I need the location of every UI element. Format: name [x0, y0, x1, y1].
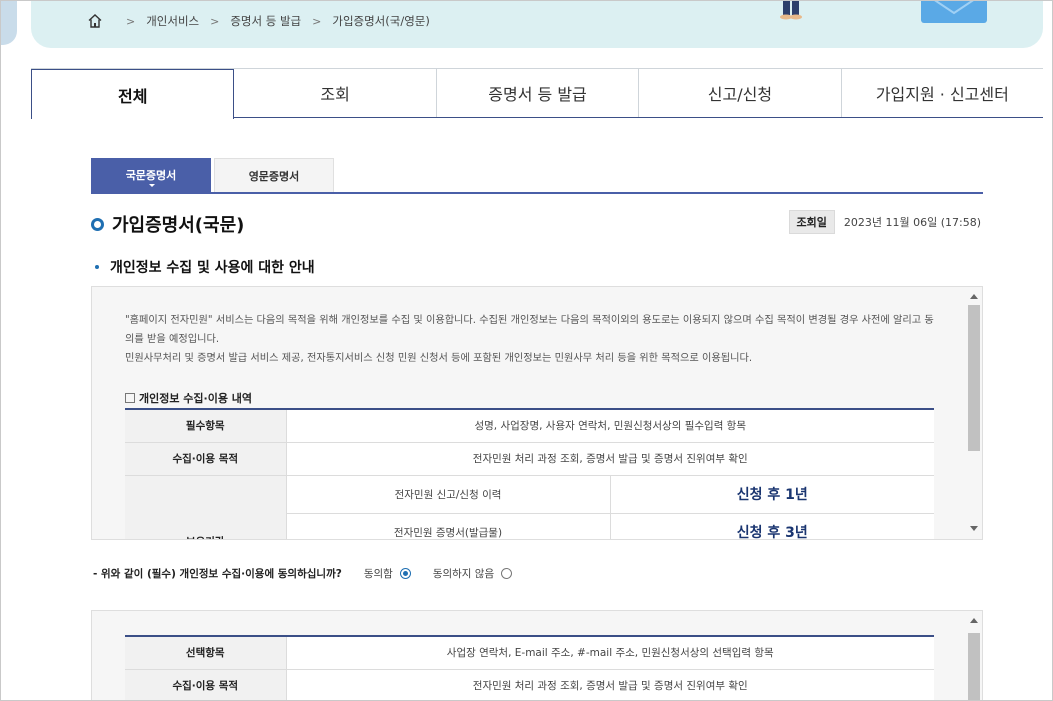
page-title: 가입증명서(국문)	[112, 215, 245, 236]
bullet-dot-icon	[95, 265, 99, 269]
main-tab-bar: 전체 조회 증명서 등 발급 신고/신청 가입지원 · 신고센터	[31, 68, 1044, 119]
page-frame: > 개인서비스 > 증명서 등 발급 > 가입증명서(국/영문) 전체 조회 증…	[0, 0, 1053, 701]
tab-all[interactable]: 전체	[31, 69, 235, 119]
table-header-cell: 수집·이용 목적	[125, 442, 287, 476]
retention-term-cell: 신청 후 3년	[610, 513, 934, 539]
scroll-thumb[interactable]	[968, 633, 980, 700]
breadcrumb: > 개인서비스 > 증명서 등 발급 > 가입증명서(국/영문)	[87, 11, 430, 31]
tab-english-certificate[interactable]: 영문증명서	[214, 158, 334, 192]
consent-row: - 위와 같이 (필수) 개인정보 수집·이용에 동의하십니까? 동의함 동의하…	[93, 566, 534, 581]
title-ring-icon	[91, 217, 104, 231]
scroll-up-icon[interactable]	[970, 618, 978, 623]
consent-disagree-radio[interactable]	[501, 568, 513, 579]
breadcrumb-separator: >	[126, 14, 136, 28]
table-row: 수집·이용 목적 전자민원 처리 과정 조회, 증명서 발급 및 증명서 진위여…	[125, 442, 934, 476]
table-row: 수집·이용 목적 전자민원 처리 과정 조회, 증명서 발급 및 증명서 진위여…	[125, 669, 934, 700]
consent-disagree-label: 동의하지 않음	[432, 568, 495, 580]
privacy-intro-line1: "홈페이지 전자민원" 서비스는 다음의 목적을 위해 개인정보를 수집 및 이…	[125, 315, 934, 345]
retention-term-cell: 신청 후 1년	[610, 475, 934, 514]
monitor-illustration	[821, 0, 911, 1]
consent-agree-label: 동의함	[363, 568, 393, 580]
table-row: 선택항목 사업장 연락처, E-mail 주소, #-mail 주소, 민원신청…	[125, 635, 934, 670]
tab-certificate-issue[interactable]: 증명서 등 발급	[436, 69, 640, 117]
home-icon[interactable]	[87, 12, 105, 30]
privacy-intro: "홈페이지 전자민원" 서비스는 다음의 목적을 위해 개인정보를 수집 및 이…	[125, 311, 935, 368]
inquiry-date-badge: 조회일	[788, 210, 835, 234]
tab-support-center[interactable]: 가입지원 · 신고센터	[841, 69, 1044, 117]
breadcrumb-separator: >	[312, 14, 322, 28]
square-bullet-icon	[125, 393, 135, 403]
scroll-up-icon[interactable]	[970, 294, 978, 299]
privacy-intro-line2: 민원사무처리 및 증명서 발급 서비스 제공, 전자통지서비스 신청 민원 신청…	[125, 353, 753, 364]
table-cell: 전자민원 증명서(발급물)	[286, 513, 611, 539]
page-title-row: 가입증명서(국문)	[91, 211, 244, 237]
scroll-thumb[interactable]	[968, 305, 980, 451]
breadcrumb-separator: >	[210, 14, 220, 28]
envelope-illustration	[921, 1, 987, 23]
table-header-cell: 보유기간	[125, 475, 287, 539]
privacy-subhead: 개인정보 수집·이용 내역	[125, 390, 252, 406]
table-header-cell: 수집·이용 목적	[125, 669, 287, 700]
tab-korean-certificate[interactable]: 국문증명서	[91, 158, 211, 192]
consent-disagree-option[interactable]: 동의하지 않음	[432, 566, 513, 581]
tab-inquiry[interactable]: 조회	[234, 69, 437, 117]
breadcrumb-item-personal[interactable]: 개인서비스	[146, 13, 199, 29]
consent-agree-option[interactable]: 동의함	[364, 566, 411, 581]
optional-box-scrollbar[interactable]	[968, 615, 980, 700]
privacy-box-scrollbar[interactable]	[968, 291, 980, 535]
table-header-cell: 필수항목	[125, 408, 287, 443]
scroll-down-icon[interactable]	[970, 526, 978, 531]
privacy-required-box[interactable]: "홈페이지 전자민원" 서비스는 다음의 목적을 위해 개인정보를 수집 및 이…	[91, 286, 983, 540]
table-header-cell: 선택항목	[125, 635, 287, 670]
sub-tab-bar: 국문증명서 영문증명서	[91, 158, 983, 194]
table-cell: 전자민원 처리 과정 조회, 증명서 발급 및 증명서 진위여부 확인	[286, 442, 934, 476]
inquiry-date: 조회일 2023년 11월 06일 (17:58)	[788, 210, 981, 234]
privacy-optional-box[interactable]: 선택항목 사업장 연락처, E-mail 주소, #-mail 주소, 민원신청…	[91, 610, 983, 700]
left-decoration	[1, 1, 17, 45]
consent-agree-radio[interactable]	[399, 568, 411, 579]
breadcrumb-item-current: 가입증명서(국/영문)	[332, 14, 430, 28]
person-illustration	[780, 1, 802, 20]
section-title-text: 개인정보 수집 및 사용에 대한 안내	[110, 260, 315, 276]
inquiry-date-value: 2023년 11월 06일 (17:58)	[843, 216, 981, 229]
table-cell: 성명, 사업장명, 사용자 연락처, 민원신청서상의 필수입력 항목	[286, 408, 934, 443]
privacy-table: 필수항목 성명, 사업장명, 사용자 연락처, 민원신청서상의 필수입력 항목 …	[125, 408, 934, 539]
table-cell: 전자민원 신고/신청 이력	[286, 475, 611, 514]
privacy-subhead-text: 개인정보 수집·이용 내역	[139, 392, 253, 405]
consent-question: - 위와 같이 (필수) 개인정보 수집·이용에 동의하십니까?	[93, 568, 342, 580]
table-cell: 전자민원 처리 과정 조회, 증명서 발급 및 증명서 진위여부 확인	[286, 669, 934, 700]
optional-table: 선택항목 사업장 연락처, E-mail 주소, #-mail 주소, 민원신청…	[125, 635, 934, 700]
table-cell: 사업장 연락처, E-mail 주소, #-mail 주소, 민원신청서상의 선…	[286, 635, 934, 670]
breadcrumb-item-certificates[interactable]: 증명서 등 발급	[230, 13, 301, 29]
section-title: 개인정보 수집 및 사용에 대한 안내	[95, 257, 315, 277]
tab-report-apply[interactable]: 신고/신청	[639, 69, 842, 117]
table-row: 필수항목 성명, 사업장명, 사용자 연락처, 민원신청서상의 필수입력 항목	[125, 408, 934, 443]
table-row: 보유기간 전자민원 신고/신청 이력 신청 후 1년	[125, 475, 934, 539]
